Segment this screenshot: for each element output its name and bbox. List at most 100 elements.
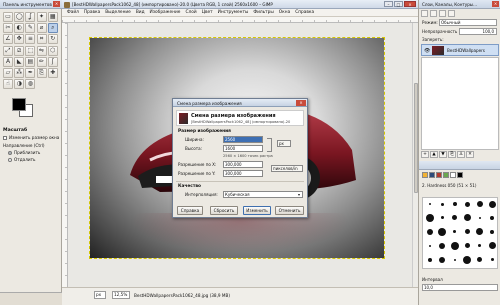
- paths-tab-icon[interactable]: [439, 10, 446, 17]
- blend-icon[interactable]: ▤: [25, 56, 36, 67]
- channels-tab-icon[interactable]: [430, 10, 437, 17]
- toolbox-close-button[interactable]: ×: [53, 1, 60, 7]
- zoom-icon[interactable]: ⌕: [47, 23, 58, 34]
- paths-icon[interactable]: ✎: [25, 23, 36, 34]
- menu-item[interactable]: Изображение: [150, 10, 181, 15]
- dialog-close-button[interactable]: ×: [296, 100, 306, 106]
- brush-preset[interactable]: [449, 199, 460, 209]
- resize-button[interactable]: Изменить: [243, 206, 271, 215]
- spacing-slider[interactable]: 10,0: [422, 284, 498, 291]
- zoom-in-option[interactable]: Приблизить: [8, 150, 40, 155]
- smudge-icon[interactable]: ☝: [3, 79, 13, 90]
- maximize-button[interactable]: □: [394, 1, 403, 7]
- zoom-in-radio[interactable]: [8, 151, 12, 155]
- brush-preset[interactable]: [449, 213, 460, 223]
- ellipse-select-icon[interactable]: ◯: [14, 12, 25, 22]
- brush-preset[interactable]: [437, 241, 448, 251]
- size-unit-select[interactable]: px: [277, 140, 291, 147]
- menu-item[interactable]: Справка: [295, 10, 314, 15]
- cage-icon[interactable]: ⬡: [47, 45, 58, 56]
- measure-icon[interactable]: ∠: [3, 34, 13, 45]
- foreground-select-icon[interactable]: ◐: [14, 23, 25, 34]
- minimize-button[interactable]: –: [384, 1, 393, 7]
- color-swatch[interactable]: [457, 172, 463, 178]
- align-icon[interactable]: ≡: [25, 34, 36, 45]
- brush-preset[interactable]: [474, 199, 485, 209]
- shear-icon[interactable]: ⧄: [14, 45, 25, 56]
- x-resolution-input[interactable]: 300,000: [223, 161, 263, 168]
- menu-item[interactable]: Цвет: [202, 10, 213, 15]
- undo-tab-icon[interactable]: [448, 10, 455, 17]
- brush-preset[interactable]: [474, 241, 485, 251]
- menu-item[interactable]: Окна: [279, 10, 290, 15]
- blur-icon[interactable]: ◍: [25, 79, 36, 90]
- anchor-layer-button[interactable]: ⚓: [457, 151, 465, 158]
- zoom-out-radio[interactable]: [8, 158, 12, 162]
- brush-preset[interactable]: [449, 255, 460, 265]
- brush-preset[interactable]: [437, 255, 448, 265]
- heal-icon[interactable]: ✚: [47, 67, 58, 78]
- layers-tab-icon[interactable]: [421, 10, 428, 17]
- brush-preset[interactable]: [487, 255, 498, 265]
- brush-preset[interactable]: [487, 199, 498, 209]
- brush-preset[interactable]: [437, 213, 448, 223]
- brush-preset[interactable]: [437, 227, 448, 237]
- rect-select-icon[interactable]: ▭: [3, 12, 13, 22]
- zoom-select[interactable]: 12,5%: [112, 291, 130, 299]
- brush-preset[interactable]: [424, 255, 435, 265]
- ink-icon[interactable]: ✒: [25, 67, 36, 78]
- color-picker-icon[interactable]: ⌀: [36, 23, 47, 34]
- duplicate-layer-button[interactable]: ⎘: [448, 151, 456, 158]
- raise-layer-button[interactable]: ▲: [430, 151, 438, 158]
- menu-item[interactable]: Слой: [185, 10, 196, 15]
- brush-preset[interactable]: [462, 213, 473, 223]
- flip-icon[interactable]: ⇋: [36, 45, 47, 56]
- layer-row[interactable]: 👁 BestHDWallpapers: [421, 44, 499, 56]
- crop-icon[interactable]: ⌗: [36, 34, 47, 45]
- new-layer-button[interactable]: +: [421, 151, 429, 158]
- clone-icon[interactable]: ⎘: [36, 67, 47, 78]
- select-by-color-icon[interactable]: ▦: [47, 12, 58, 22]
- zoom-out-option[interactable]: Отдалить: [8, 157, 36, 162]
- dodge-burn-icon[interactable]: ◑: [14, 79, 25, 90]
- brush-preset[interactable]: [474, 213, 485, 223]
- chain-link-icon[interactable]: [267, 138, 272, 152]
- auto-resize-option[interactable]: Изменить размер окна: [3, 135, 59, 140]
- move-icon[interactable]: ✥: [14, 34, 25, 45]
- menu-item[interactable]: Файл: [67, 10, 79, 15]
- width-input[interactable]: 2560: [223, 136, 263, 143]
- bucket-fill-icon[interactable]: ◣: [14, 56, 25, 67]
- brush-preset[interactable]: [449, 241, 460, 251]
- menu-item[interactable]: Вид: [136, 10, 145, 15]
- brush-preset[interactable]: [487, 227, 498, 237]
- brush-preset[interactable]: [449, 227, 460, 237]
- brush-preset[interactable]: [424, 213, 435, 223]
- brush-preset[interactable]: [437, 199, 448, 209]
- color-swatch[interactable]: [422, 172, 428, 178]
- dock-close-button[interactable]: ×: [492, 1, 499, 7]
- brush-preset[interactable]: [462, 255, 473, 265]
- airbrush-icon[interactable]: ⁂: [14, 67, 25, 78]
- menu-item[interactable]: Правка: [84, 10, 100, 15]
- eye-icon[interactable]: 👁: [424, 48, 430, 54]
- unit-select[interactable]: px: [94, 291, 106, 299]
- close-button[interactable]: ×: [404, 1, 416, 7]
- brush-preset[interactable]: [424, 227, 435, 237]
- auto-resize-checkbox[interactable]: [3, 136, 7, 140]
- lower-layer-button[interactable]: ▼: [439, 151, 447, 158]
- perspective-icon[interactable]: ⬚: [25, 45, 36, 56]
- brush-preset[interactable]: [424, 241, 435, 251]
- interpolation-select[interactable]: Кубическая ▾: [223, 191, 303, 198]
- menu-item[interactable]: Инструменты: [218, 10, 249, 15]
- menu-item[interactable]: Фильтры: [253, 10, 273, 15]
- resolution-unit-select[interactable]: пикселов/in: [271, 165, 303, 172]
- foreground-color-swatch[interactable]: [12, 98, 26, 111]
- brush-preset[interactable]: [487, 213, 498, 223]
- help-button[interactable]: Справка: [177, 206, 203, 215]
- fg-bg-colors[interactable]: [10, 96, 40, 120]
- color-swatch[interactable]: [429, 172, 435, 178]
- reset-button[interactable]: Сбросить: [210, 206, 238, 215]
- scissors-icon[interactable]: ✂: [3, 23, 13, 34]
- scale-icon[interactable]: ⤢: [3, 45, 13, 56]
- color-swatch[interactable]: [436, 172, 442, 178]
